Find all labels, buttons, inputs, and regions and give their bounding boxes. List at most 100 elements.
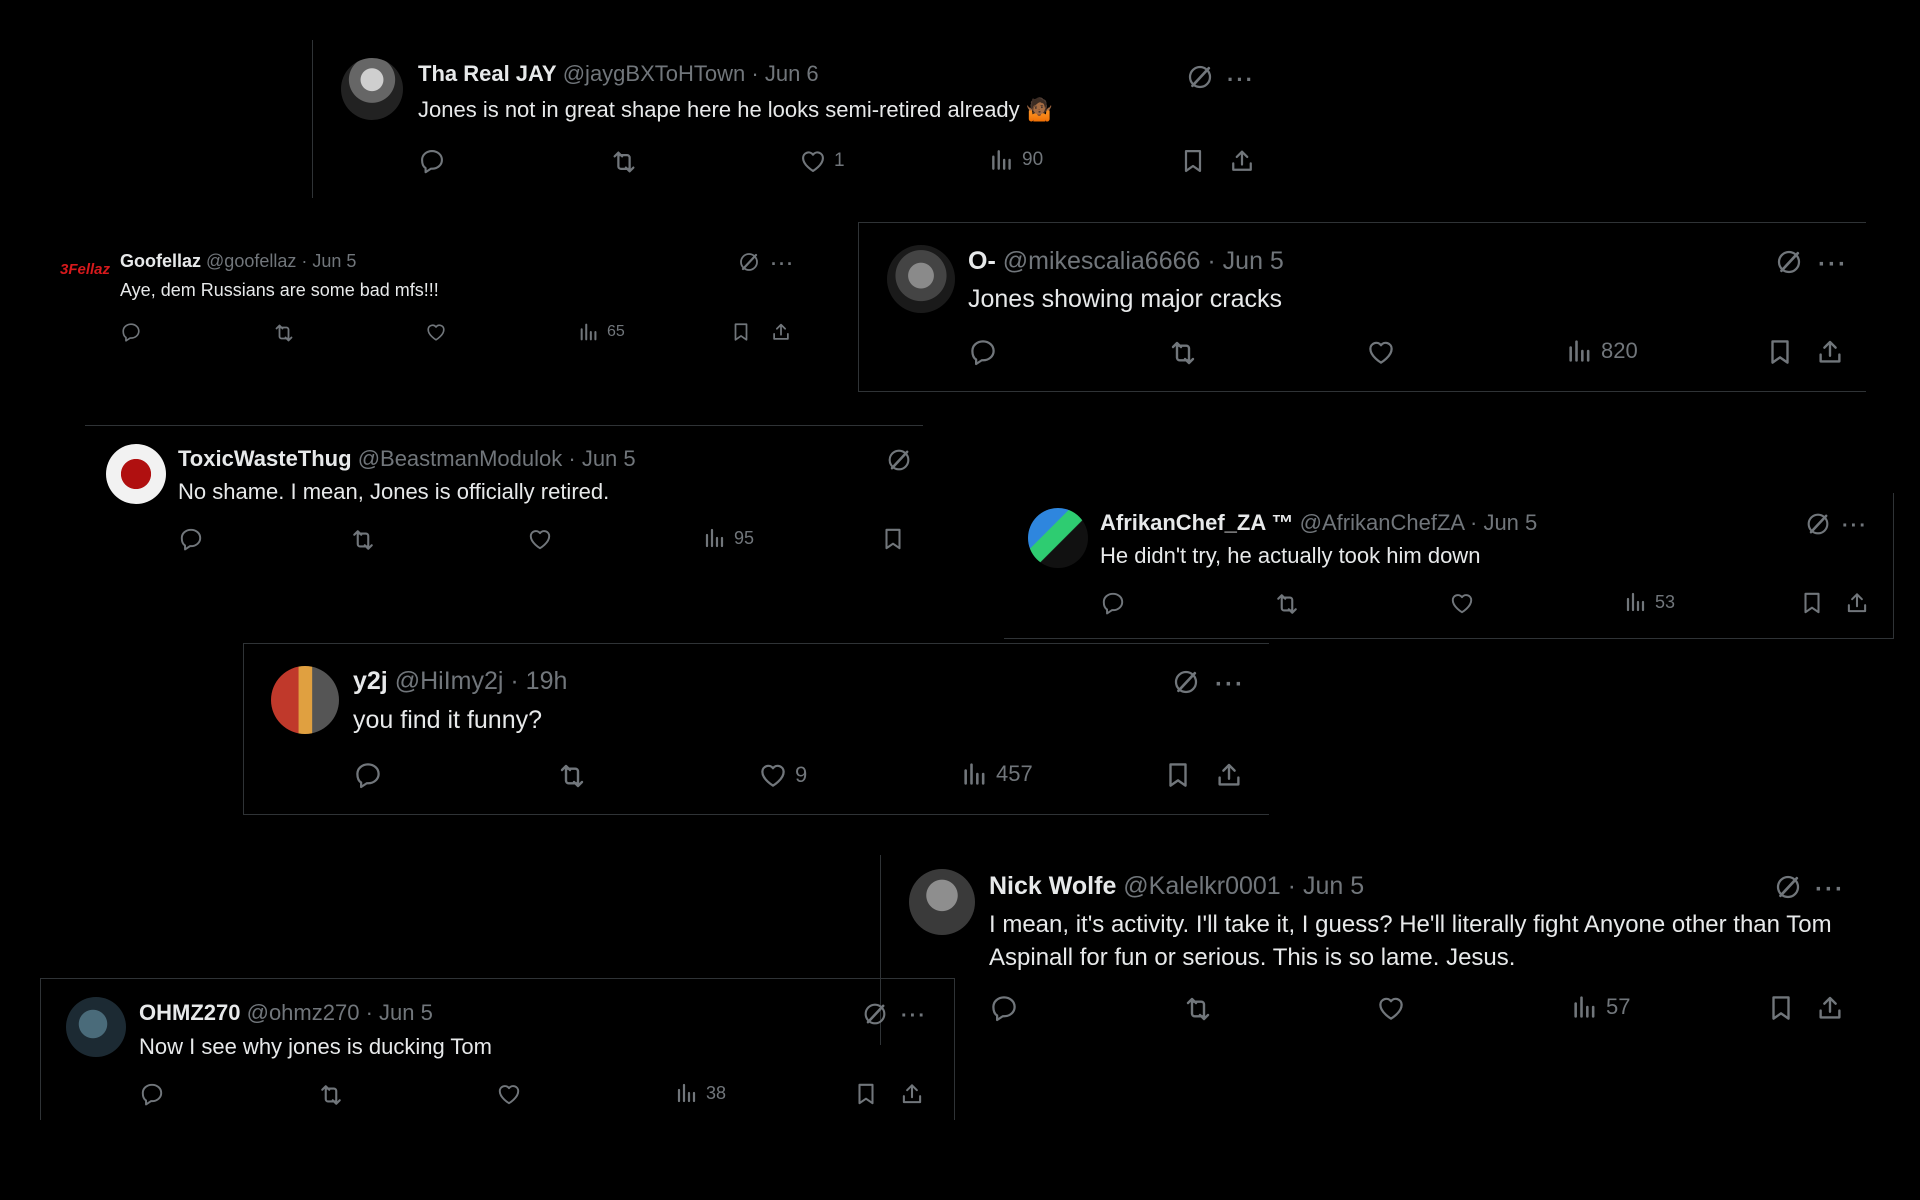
more-options-icon[interactable]: ···	[771, 254, 795, 275]
bookmark-button[interactable]	[853, 1081, 879, 1107]
timestamp[interactable]: Jun 5	[312, 251, 356, 271]
timestamp[interactable]: Jun 5	[1223, 247, 1284, 275]
reply-button[interactable]	[968, 337, 998, 367]
retweet-button[interactable]	[349, 526, 377, 554]
like-button[interactable]	[496, 1081, 522, 1107]
author-handle[interactable]: @Kalelkr0001	[1123, 872, 1280, 900]
reply-button[interactable]	[989, 993, 1019, 1023]
views-button[interactable]: 53	[1624, 590, 1675, 614]
retweet-button[interactable]	[317, 1081, 345, 1109]
tweet-card[interactable]: O- @mikescalia6666 · Jun 5 Jones showing…	[858, 222, 1866, 392]
views-button[interactable]: 820	[1566, 337, 1638, 365]
author-handle[interactable]: @goofellaz	[206, 251, 296, 271]
tweet-card[interactable]: Nick Wolfe @Kalelkr0001 · Jun 5 I mean, …	[880, 855, 1880, 1045]
share-button[interactable]	[1815, 993, 1845, 1023]
author-name[interactable]: ToxicWasteThug	[178, 446, 352, 471]
tweet-card[interactable]: Tha Real JAY @jaygBXToHTown · Jun 6 Jone…	[312, 40, 1267, 198]
views-button[interactable]: 90	[989, 147, 1043, 173]
grok-icon[interactable]	[885, 446, 913, 479]
author-handle[interactable]: @BeastmanModulok	[358, 446, 563, 471]
bookmark-button[interactable]	[1799, 590, 1825, 616]
like-button[interactable]	[1366, 337, 1396, 367]
avatar[interactable]: 3Fellaz	[56, 251, 114, 287]
grok-icon[interactable]	[1773, 872, 1803, 907]
share-button[interactable]	[770, 321, 792, 343]
author-name[interactable]: O-	[968, 247, 996, 275]
retweet-button[interactable]	[1182, 993, 1214, 1025]
grok-icon[interactable]	[1774, 247, 1804, 282]
timestamp[interactable]: 19h	[526, 667, 568, 695]
share-button[interactable]	[1228, 147, 1256, 175]
avatar[interactable]	[106, 444, 166, 504]
bookmark-button[interactable]	[1766, 993, 1796, 1023]
bookmark-button[interactable]	[730, 321, 752, 343]
grok-icon[interactable]	[737, 250, 761, 279]
timestamp[interactable]: Jun 5	[1303, 872, 1364, 900]
timestamp[interactable]: Jun 5	[1483, 510, 1537, 535]
like-button[interactable]	[527, 526, 553, 552]
views-button[interactable]: 65	[578, 321, 625, 343]
avatar[interactable]	[1028, 508, 1088, 568]
share-button[interactable]	[1844, 590, 1870, 616]
avatar[interactable]	[887, 245, 955, 313]
more-options-icon[interactable]: ···	[1842, 515, 1868, 538]
like-button[interactable]	[1449, 590, 1475, 616]
share-button[interactable]	[1214, 760, 1244, 790]
tweet-card[interactable]: OHMZ270 @ohmz270 · Jun 5 Now I see why j…	[40, 978, 955, 1120]
retweet-button[interactable]	[1273, 590, 1301, 618]
author-name[interactable]: Goofellaz	[120, 251, 201, 271]
timestamp[interactable]: Jun 5	[582, 446, 636, 471]
author-name[interactable]: Nick Wolfe	[989, 872, 1116, 900]
reply-button[interactable]	[1100, 590, 1126, 616]
retweet-button[interactable]	[556, 760, 588, 792]
tweet-card[interactable]: 3Fellaz Goofellaz @goofellaz · Jun 5 Aye…	[52, 235, 812, 365]
like-button[interactable]: 1	[799, 147, 845, 175]
more-options-icon[interactable]: ···	[1815, 876, 1845, 904]
avatar[interactable]	[909, 869, 975, 935]
like-button[interactable]	[1376, 993, 1406, 1023]
author-handle[interactable]: @mikescalia6666	[1003, 247, 1201, 275]
avatar[interactable]	[66, 997, 126, 1057]
grok-icon[interactable]	[1804, 510, 1832, 543]
retweet-button[interactable]	[1167, 337, 1199, 369]
more-options-icon[interactable]: ···	[1818, 251, 1848, 279]
grok-icon[interactable]	[1171, 667, 1201, 702]
timestamp[interactable]: Jun 6	[765, 61, 819, 86]
tweet-card[interactable]: AfrikanChef_ZA ™ @AfrikanChefZA · Jun 5 …	[1004, 493, 1894, 639]
tweet-card[interactable]: y2j @HiImy2j · 19h you find it funny? ··…	[243, 643, 1269, 815]
retweet-button[interactable]	[272, 321, 296, 345]
more-options-icon[interactable]: ···	[1215, 671, 1245, 699]
avatar[interactable]	[271, 666, 339, 734]
retweet-button[interactable]	[609, 147, 639, 177]
reply-button[interactable]	[353, 760, 383, 790]
author-handle[interactable]: @HiImy2j	[395, 667, 504, 695]
views-button[interactable]: 57	[1571, 993, 1630, 1021]
reply-button[interactable]	[120, 321, 142, 343]
bookmark-button[interactable]	[1179, 147, 1207, 175]
tweet-card[interactable]: ToxicWasteThug @BeastmanModulok · Jun 5 …	[85, 425, 923, 575]
more-options-icon[interactable]: ···	[901, 1005, 927, 1028]
author-name[interactable]: AfrikanChef_ZA ™	[1100, 510, 1294, 535]
share-button[interactable]	[899, 1081, 925, 1107]
views-button[interactable]: 95	[703, 526, 754, 550]
bookmark-button[interactable]	[1163, 760, 1193, 790]
grok-icon[interactable]	[861, 1000, 889, 1033]
author-handle[interactable]: @ohmz270	[247, 1000, 360, 1025]
avatar[interactable]	[341, 58, 403, 120]
share-button[interactable]	[1815, 337, 1845, 367]
bookmark-button[interactable]	[1765, 337, 1795, 367]
bookmark-button[interactable]	[880, 526, 906, 552]
timestamp[interactable]: Jun 5	[379, 1000, 433, 1025]
author-name[interactable]: OHMZ270	[139, 1000, 240, 1025]
author-handle[interactable]: @jaygBXToHTown	[563, 61, 746, 86]
reply-button[interactable]	[139, 1081, 165, 1107]
author-name[interactable]: Tha Real JAY	[418, 61, 557, 86]
views-button[interactable]: 38	[675, 1081, 726, 1105]
reply-button[interactable]	[418, 147, 446, 175]
like-button[interactable]: 9	[758, 760, 807, 790]
like-button[interactable]	[425, 321, 447, 343]
author-name[interactable]: y2j	[353, 667, 388, 695]
views-button[interactable]: 457	[961, 760, 1033, 788]
reply-button[interactable]	[178, 526, 204, 552]
more-options-icon[interactable]: ···	[1227, 67, 1255, 93]
